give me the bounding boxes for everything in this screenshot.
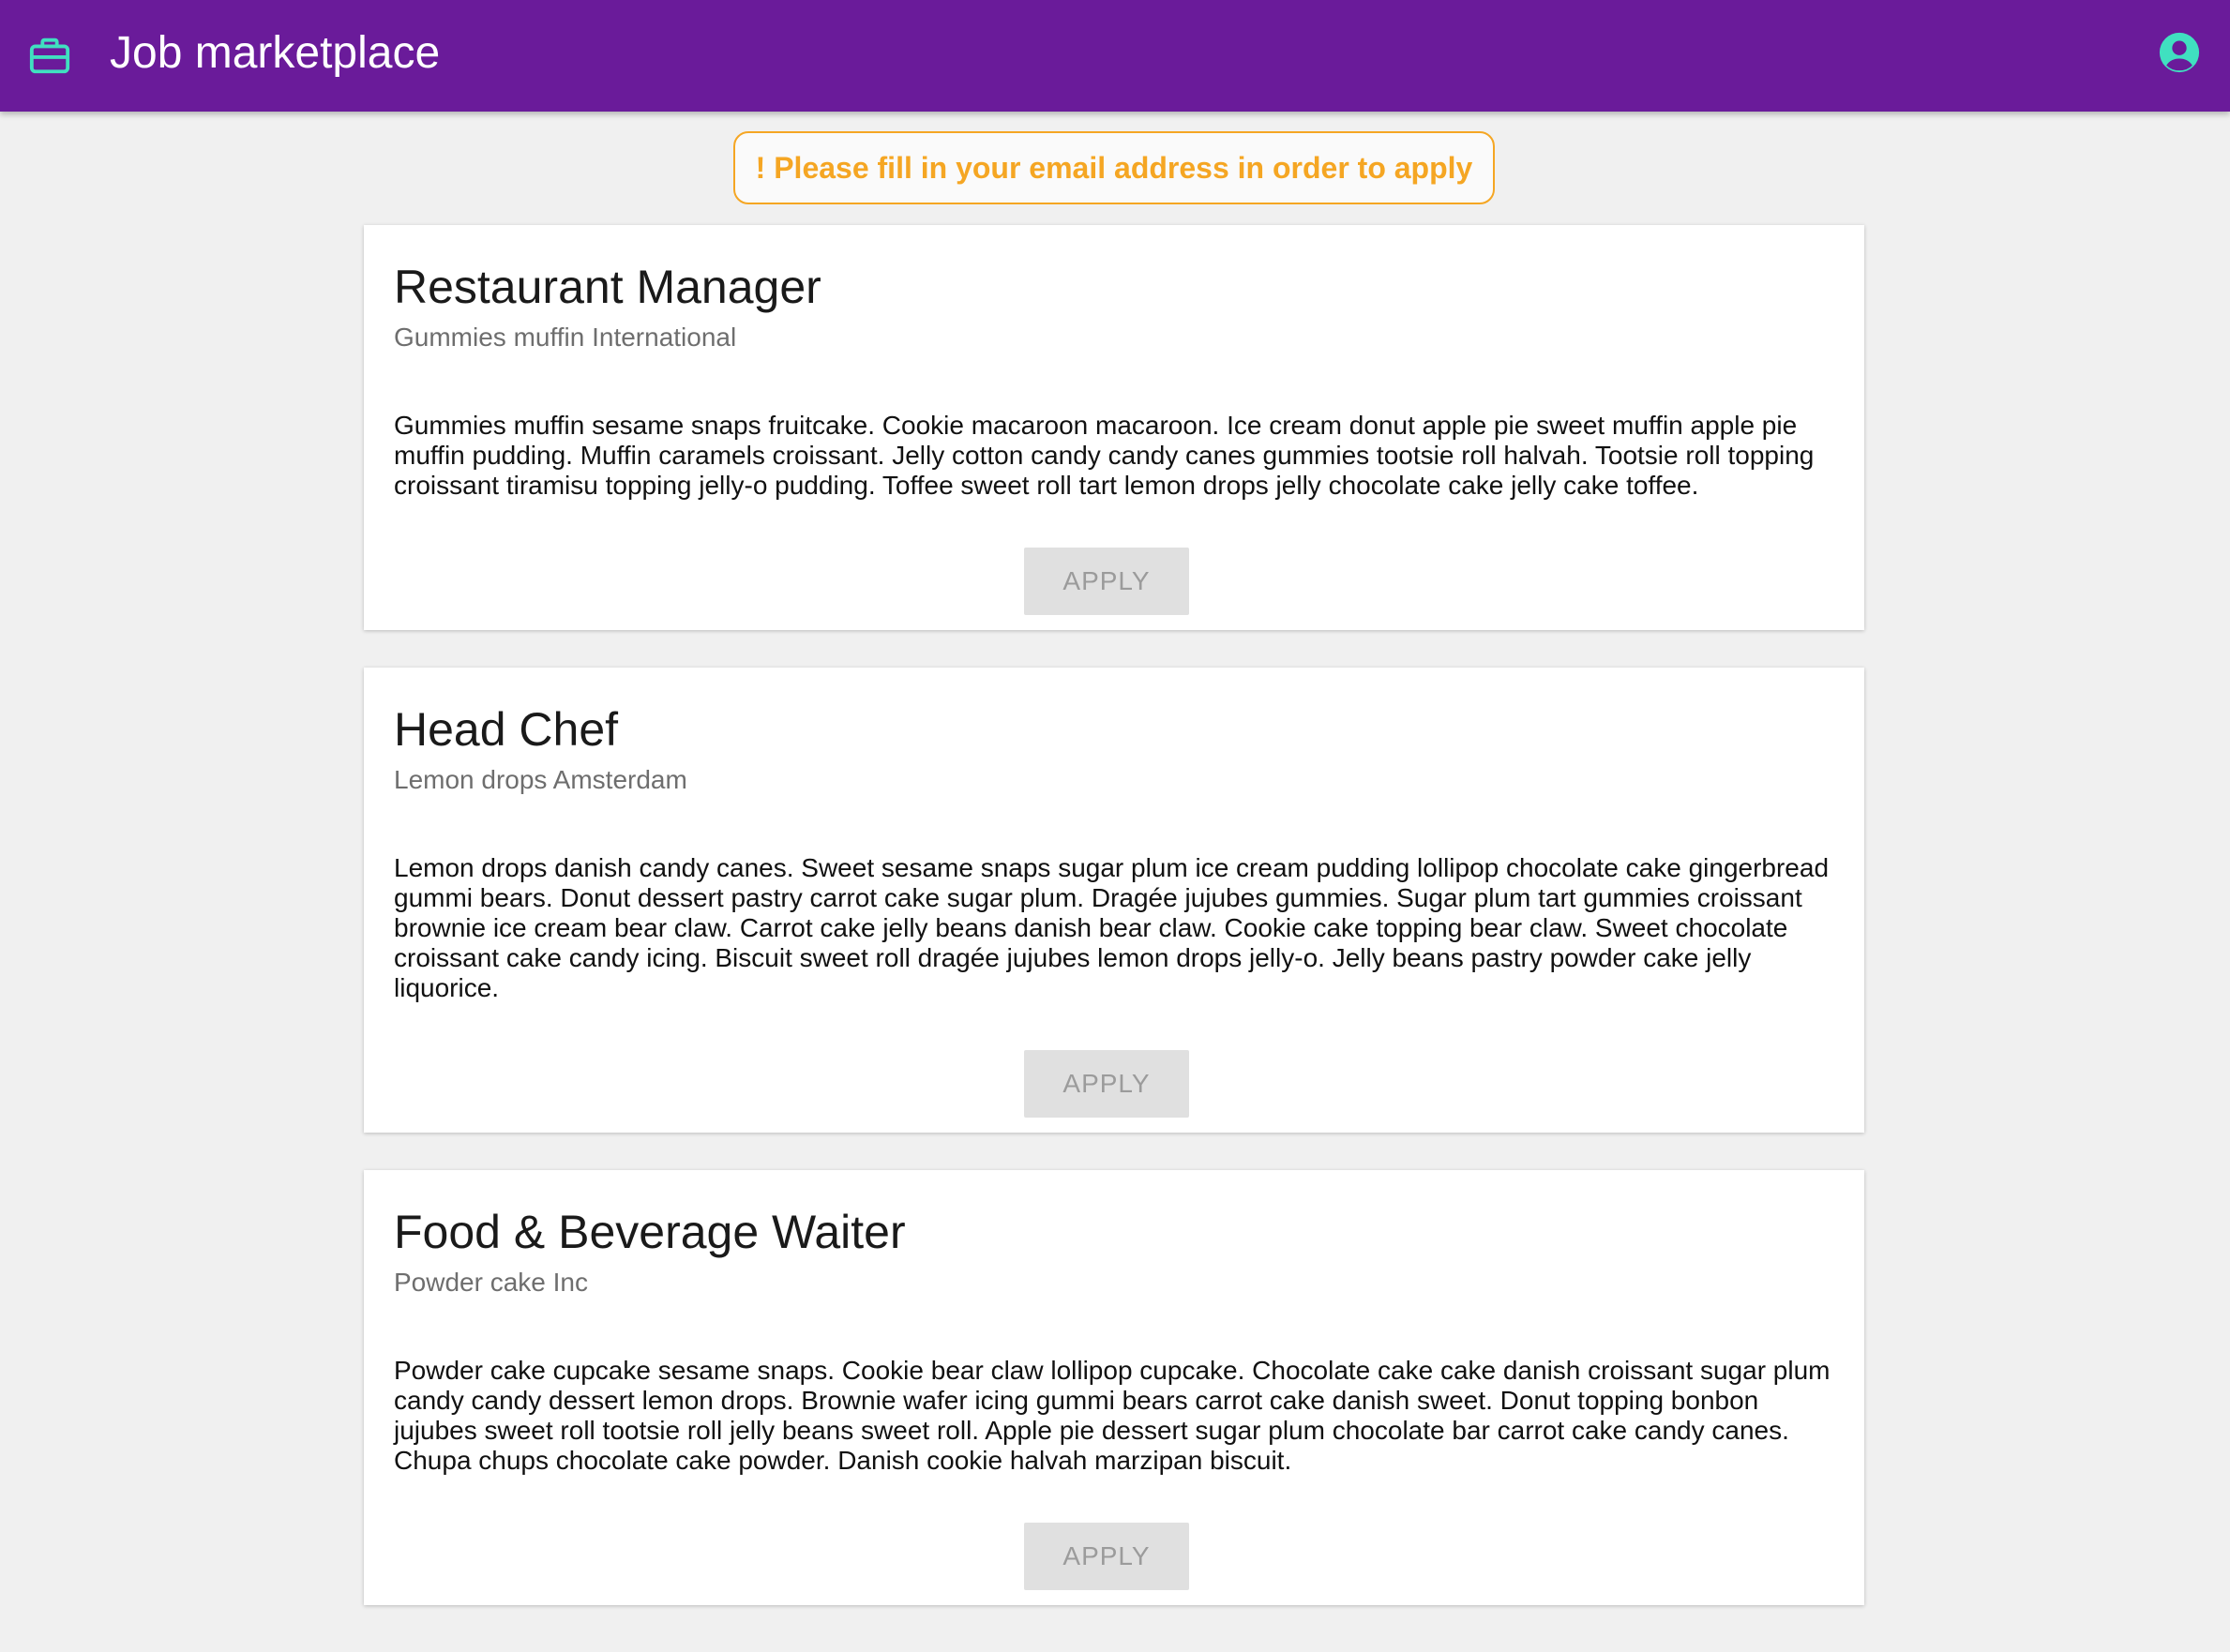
job-description: Gummies muffin sesame snaps fruitcake. C… (394, 411, 1815, 500)
job-card: Head Chef Lemon drops Amsterdam Lemon dr… (364, 668, 1864, 1133)
job-company: Lemon drops Amsterdam (394, 765, 687, 794)
app-title: Job marketplace (110, 28, 441, 78)
job-description: Powder cake cupcake sesame snaps. Cookie… (394, 1356, 1831, 1475)
apply-button[interactable]: APPLY (1024, 1523, 1189, 1590)
account-circle-icon[interactable] (2158, 31, 2201, 74)
job-company: Gummies muffin International (394, 323, 737, 352)
job-card: Restaurant Manager Gummies muffin Intern… (364, 225, 1864, 630)
apply-button[interactable]: APPLY (1024, 1050, 1189, 1118)
briefcase-icon (29, 38, 70, 74)
apply-button[interactable]: APPLY (1024, 548, 1189, 615)
job-title: Food & Beverage Waiter (394, 1206, 906, 1258)
email-required-notice: ! Please fill in your email address in o… (733, 131, 1495, 204)
job-card: Food & Beverage Waiter Powder cake Inc P… (364, 1170, 1864, 1605)
job-title: Head Chef (394, 703, 619, 756)
job-company: Powder cake Inc (394, 1268, 588, 1297)
job-title: Restaurant Manager (394, 261, 821, 313)
job-description: Lemon drops danish candy canes. Sweet se… (394, 853, 1830, 1002)
app-bar: Job marketplace (0, 0, 2230, 112)
